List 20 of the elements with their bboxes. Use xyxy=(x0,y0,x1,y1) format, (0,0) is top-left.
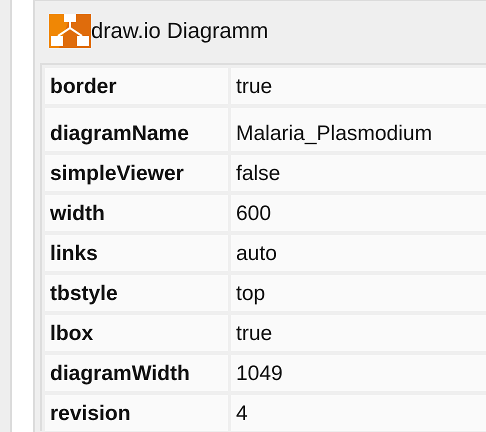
property-name: tbstyle xyxy=(45,275,228,311)
property-name: diagramWidth xyxy=(45,355,228,391)
property-value: false xyxy=(231,155,486,191)
property-value: top xyxy=(231,275,486,311)
property-value: Malaria_Plasmodium xyxy=(231,108,486,151)
property-name: links xyxy=(45,235,228,271)
panel-title: draw.io Diagramm xyxy=(91,18,268,44)
logo-icon xyxy=(49,14,91,48)
property-name: revision xyxy=(45,395,228,431)
property-value: true xyxy=(231,315,486,351)
property-value: 1049 xyxy=(231,355,486,391)
property-value: 4 xyxy=(231,395,486,431)
property-name: width xyxy=(45,195,228,231)
property-name: lbox xyxy=(45,315,228,351)
property-name: border xyxy=(45,68,228,104)
property-value: auto xyxy=(231,235,486,271)
property-name: diagramName xyxy=(45,108,228,151)
property-value: true xyxy=(231,68,486,104)
property-name: simpleViewer xyxy=(45,155,228,191)
property-value: 600 xyxy=(231,195,486,231)
